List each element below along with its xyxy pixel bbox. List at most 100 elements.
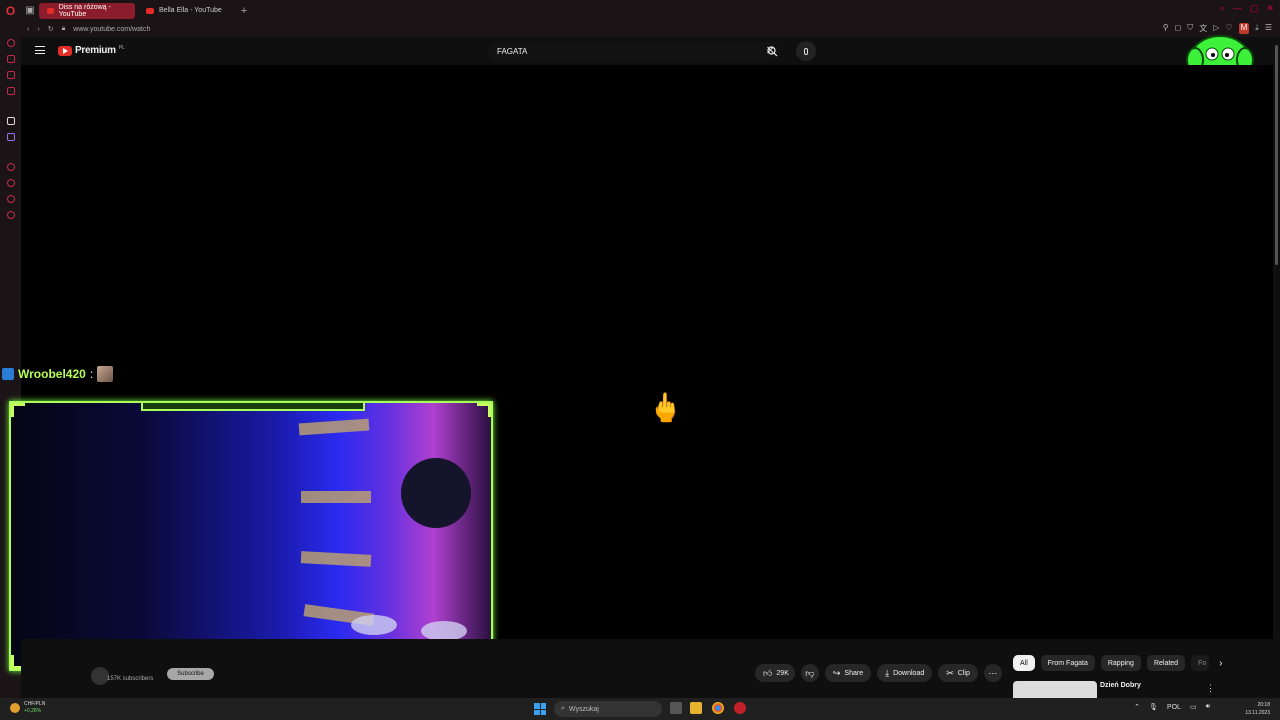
- easy-setup-icon[interactable]: ☰: [1265, 23, 1272, 34]
- search-tabs-icon[interactable]: ⌕: [1220, 3, 1225, 14]
- chip-from-fagata[interactable]: From Fagata: [1040, 655, 1095, 671]
- bag-icon[interactable]: [6, 55, 15, 63]
- language-indicator[interactable]: POL: [1167, 704, 1181, 711]
- network-icon[interactable]: ▭: [1190, 703, 1197, 711]
- chat-emote-icon: [97, 366, 114, 382]
- browser-tab-bar: O ▣ Diss na różową - YouTube Bella Ella …: [0, 0, 1280, 21]
- browser-logo-icon[interactable]: O: [0, 0, 21, 21]
- youtube-logo[interactable]: Premium PL: [58, 45, 125, 56]
- tab-bella-ella[interactable]: Bella Ella - YouTube: [138, 3, 232, 19]
- webcam-plate: [351, 615, 397, 635]
- video-details: 157K subscribers Subscribe 👍︎ 29K 👎︎ ↪ S…: [21, 639, 1273, 698]
- file-explorer-icon[interactable]: [690, 702, 702, 714]
- more-actions-button[interactable]: ⋯: [983, 664, 1002, 682]
- back-icon[interactable]: ‹: [27, 26, 29, 33]
- webcam-feed: [11, 403, 491, 669]
- webcam-door-panel: [301, 491, 371, 503]
- windows-start-icon[interactable]: [534, 703, 546, 715]
- dislike-button[interactable]: 👎︎: [800, 664, 819, 682]
- frame-corner: [477, 403, 491, 417]
- tab-label: Bella Ella - YouTube: [159, 7, 222, 14]
- close-window-button[interactable]: ✕: [1266, 3, 1274, 14]
- aria-icon[interactable]: [6, 117, 15, 125]
- webcam-plate: [421, 621, 467, 641]
- volume-icon[interactable]: 🔊︎: [1206, 703, 1210, 711]
- subscribe-button[interactable]: Subscribe: [167, 668, 214, 680]
- pin-icon[interactable]: ⚲: [1163, 23, 1169, 34]
- currency-icon: [10, 703, 20, 713]
- recommendation-title[interactable]: Dzień Dobry: [1100, 682, 1141, 689]
- webcam-overlay: [9, 401, 493, 671]
- pinboard-icon[interactable]: [6, 195, 15, 203]
- address-bar: ‹ › ↻ 🔒︎ www.youtube.com/watch ⚲ ◻ ⛉ 文 ▷…: [21, 21, 1280, 37]
- new-tab-button[interactable]: +: [235, 5, 253, 17]
- search-value: FAGATA: [497, 46, 528, 56]
- webcam-door-panel: [300, 551, 372, 567]
- maximize-button[interactable]: ▢: [1250, 3, 1259, 14]
- video-actions: 👍︎ 29K 👎︎ ↪ Share ⤓ Download ✂ Clip ⋯: [755, 664, 1002, 682]
- webcam-door-panel: [298, 418, 370, 436]
- messenger-icon[interactable]: [6, 71, 15, 79]
- page-scrollbar[interactable]: [1273, 37, 1280, 698]
- search-input[interactable]: FAGATA ✕: [488, 42, 780, 60]
- task-view-icon[interactable]: [670, 702, 682, 714]
- thumbs-up-icon: 👍︎: [763, 667, 773, 678]
- webcam-person: [401, 458, 471, 528]
- chat-separator: :: [89, 367, 94, 381]
- chip-related[interactable]: Related: [1146, 655, 1186, 671]
- chip-all[interactable]: All: [1013, 655, 1035, 671]
- tab-workspaces-icon[interactable]: ▣: [21, 0, 39, 21]
- more-vertical-icon[interactable]: ⋮: [1206, 683, 1215, 694]
- download-button[interactable]: ⤓ Download: [877, 664, 933, 682]
- download-icon: ⤓: [885, 667, 890, 678]
- thumbs-down-icon: 👎︎: [805, 667, 815, 678]
- history-icon[interactable]: [6, 179, 15, 187]
- youtube-header: Premium PL FAGATA ✕: [21, 37, 1273, 65]
- taskbar-search[interactable]: ⌕ Wyszukaj: [554, 701, 662, 717]
- chip-rapping[interactable]: Rapping: [1100, 655, 1141, 671]
- chip-for-you[interactable]: Fo: [1191, 655, 1210, 671]
- share-icon: ↪: [832, 667, 841, 678]
- bookmark-icon[interactable]: ◻: [1175, 23, 1182, 34]
- scrollbar-thumb[interactable]: [1275, 45, 1278, 265]
- hamburger-menu-icon[interactable]: [35, 46, 45, 54]
- minimize-button[interactable]: —: [1233, 3, 1242, 14]
- instagram-icon[interactable]: [6, 87, 15, 95]
- share-button[interactable]: ↪ Share: [824, 664, 872, 682]
- like-button[interactable]: 👍︎ 29K: [755, 664, 795, 682]
- share-label: Share: [844, 669, 864, 677]
- download-label: Download: [893, 669, 925, 677]
- channel-subscribers: 157K subscribers: [107, 676, 154, 682]
- currency-change: +0,28%: [24, 708, 42, 714]
- chevron-right-icon[interactable]: ›: [1219, 658, 1222, 669]
- chevron-up-icon[interactable]: ⌃: [1134, 703, 1140, 711]
- voice-search-button[interactable]: [796, 41, 816, 61]
- chrome-icon[interactable]: [712, 702, 724, 714]
- download-icon[interactable]: ⤓: [1255, 23, 1259, 34]
- window-controls: ⌕ — ▢ ✕: [1220, 3, 1274, 14]
- recommendation-thumbnail[interactable]: [1013, 681, 1097, 698]
- system-tray: ⌃ 🎙︎ POL ▭ 🔊︎: [1134, 703, 1210, 711]
- player-icon[interactable]: [6, 163, 15, 171]
- youtube-favicon-icon: [146, 7, 154, 14]
- taskbar-search-placeholder: Wyszukaj: [568, 705, 599, 713]
- reload-icon[interactable]: ↻: [48, 25, 54, 33]
- url-field[interactable]: www.youtube.com/watch: [73, 26, 150, 33]
- frame-corner: [11, 403, 25, 417]
- lock-icon: 🔒︎: [61, 25, 66, 32]
- opera-taskbar-icon[interactable]: [734, 702, 746, 714]
- clip-button[interactable]: ✂ Clip: [938, 664, 978, 682]
- taskbar-clock[interactable]: 20:18 13.11.2023: [1245, 701, 1270, 717]
- stream-chat-message: Wroobel420 :: [2, 366, 114, 382]
- speed-dial-icon[interactable]: [6, 39, 15, 47]
- tab-diss-na-rozowa[interactable]: Diss na różową - YouTube: [39, 2, 135, 19]
- webcam-frame-notch: [141, 403, 365, 411]
- settings-icon[interactable]: [6, 211, 15, 219]
- chat-badge-icon: [2, 368, 14, 380]
- currency-widget[interactable]: CHF/PLN +0,28%: [10, 701, 45, 715]
- search-icon: ⌕: [561, 705, 565, 712]
- forward-icon[interactable]: ›: [37, 26, 39, 33]
- twitch-icon[interactable]: [6, 133, 15, 141]
- search-button[interactable]: [762, 42, 782, 60]
- microphone-tray-icon[interactable]: 🎙︎: [1149, 703, 1158, 711]
